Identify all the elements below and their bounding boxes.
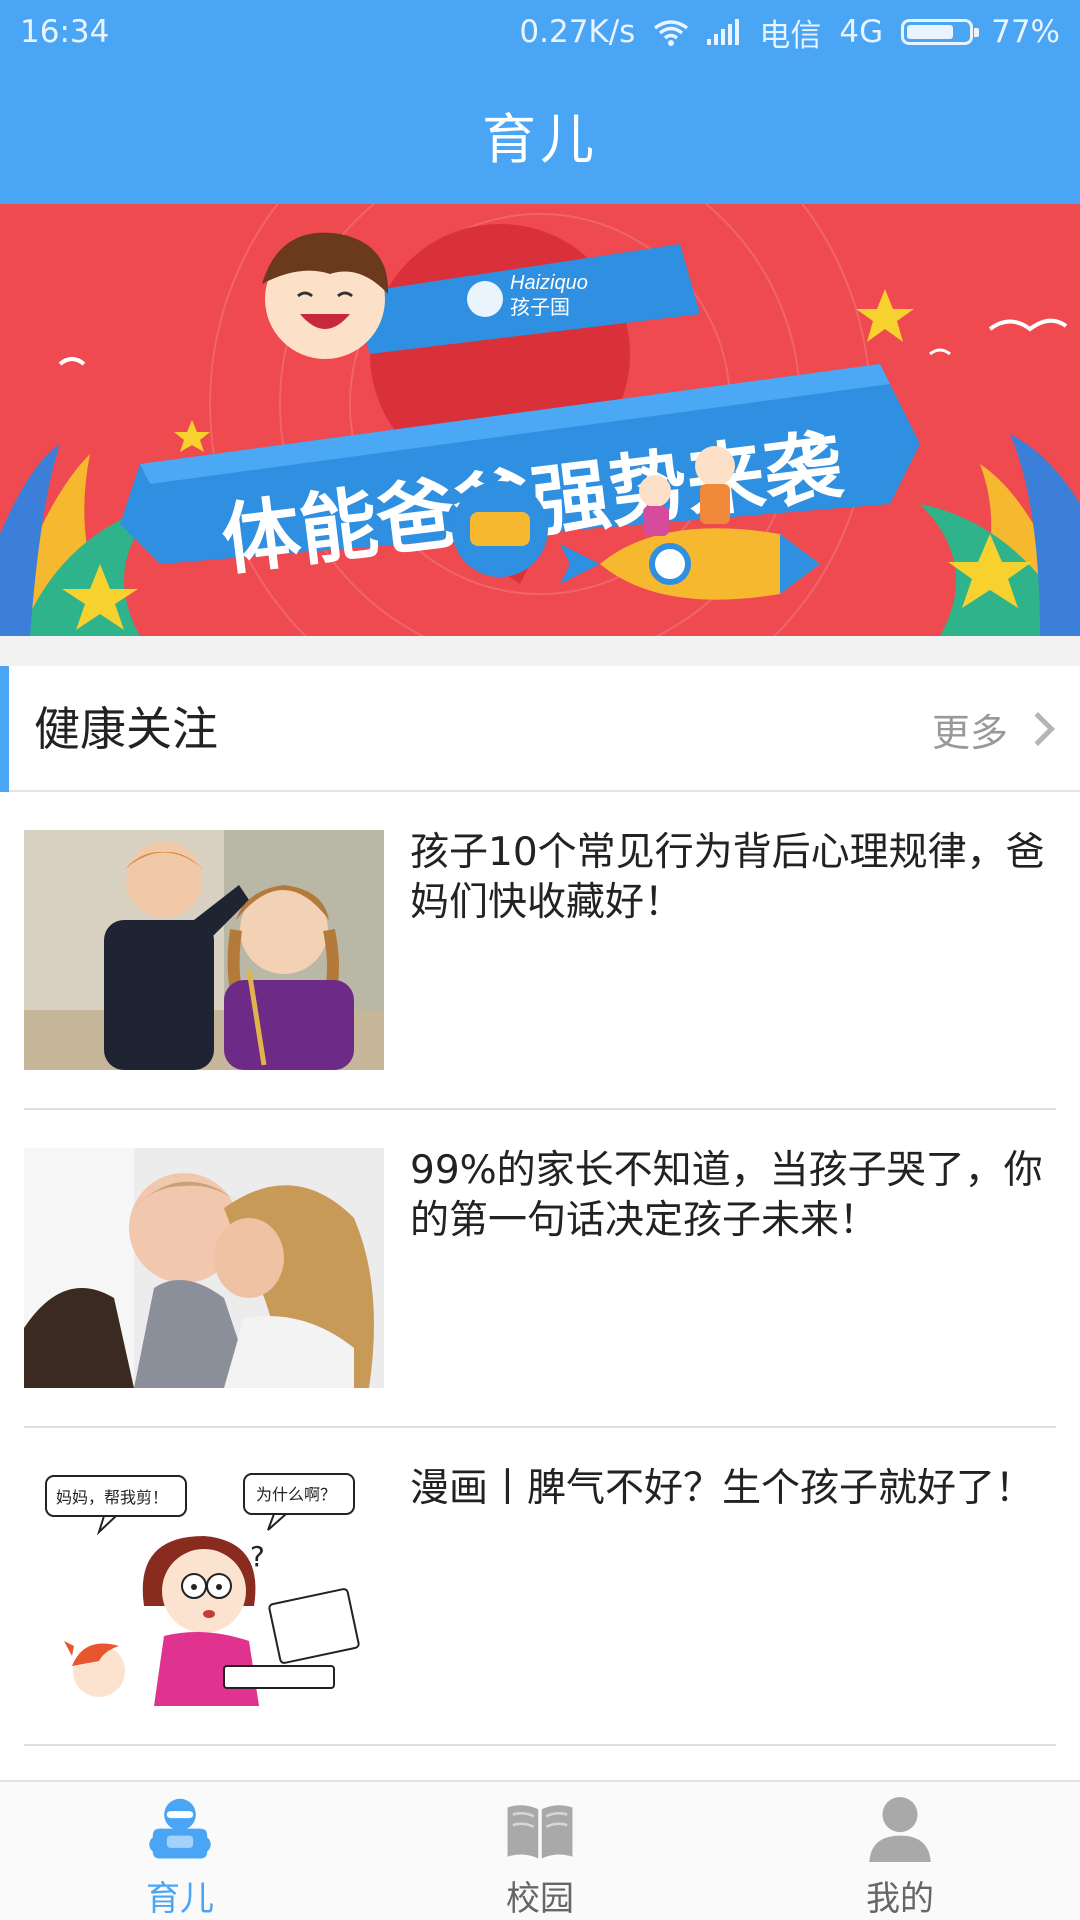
section-title: 健康关注 xyxy=(34,702,218,756)
more-label: 更多 xyxy=(931,710,1008,755)
book-icon xyxy=(507,1805,573,1859)
app-header: 育儿 xyxy=(0,64,1080,204)
status-bar: 16:34 0.27K/s 电信 4G 77% xyxy=(0,0,1080,64)
promo-banner[interactable]: Haiziquo 孩子国 体能爸爸强势来袭 xyxy=(0,204,1080,636)
chevron-right-icon xyxy=(1021,712,1055,746)
nav-tab-campus[interactable]: 校园 xyxy=(360,1782,720,1920)
net-speed: 0.27K/s xyxy=(519,14,636,50)
article-thumbnail: 妈妈，帮我剪！ 为什么啊？ ? xyxy=(24,1466,384,1706)
signal-icon xyxy=(707,19,740,45)
page-title: 育儿 xyxy=(482,107,598,171)
article-item[interactable]: 99%的家长不知道，当孩子哭了，你的第一句话决定孩子未来！ xyxy=(24,1110,1056,1428)
section-header: 健康关注 更多 xyxy=(0,666,1080,792)
banner-brand-en: Haiziquo xyxy=(510,272,588,294)
nav-label: 育儿 xyxy=(146,1879,214,1919)
comic-bubble-text: 为什么啊？ xyxy=(256,1485,336,1504)
comic-bubble-text: 妈妈，帮我剪！ xyxy=(56,1488,168,1507)
battery-percent: 77% xyxy=(991,14,1060,50)
user-icon xyxy=(869,1797,931,1862)
app-screen: 16:34 0.27K/s 电信 4G 77% 育儿 Haiziquo 孩子国 … xyxy=(0,0,1080,1920)
section-divider xyxy=(0,636,1080,666)
wifi-icon xyxy=(654,20,689,46)
section-accent-bar xyxy=(0,666,9,792)
banner-artwork: Haiziquo 孩子国 体能爸爸强势来袭 xyxy=(0,204,1080,636)
nav-tab-me[interactable]: 我的 xyxy=(720,1782,1080,1920)
article-item[interactable]: 妈妈，帮我剪！ 为什么啊？ ? 漫画丨脾气不好？生个孩子就好了！ xyxy=(24,1428,1056,1746)
more-button[interactable]: 更多 xyxy=(931,666,1055,792)
nav-tab-parenting[interactable]: 育儿 xyxy=(0,1782,360,1920)
nav-label: 校园 xyxy=(506,1879,574,1919)
article-item[interactable]: 孩子10个常见行为背后心理规律，爸妈们快收藏好！ xyxy=(24,792,1056,1110)
network-type: 4G xyxy=(839,14,884,50)
bottom-nav: 育儿 校园 我的 xyxy=(0,1780,1080,1920)
status-indicators: 0.27K/s 电信 4G 77% xyxy=(519,10,1060,55)
article-title: 漫画丨脾气不好？生个孩子就好了！ xyxy=(410,1466,1035,1511)
article-title: 孩子10个常见行为背后心理规律，爸妈们快收藏好！ xyxy=(410,830,1045,925)
banner-brand-cn: 孩子国 xyxy=(510,295,570,319)
article-thumbnail xyxy=(24,1148,384,1388)
parenting-icon xyxy=(149,1798,211,1859)
battery-level xyxy=(907,25,954,39)
svg-text:?: ? xyxy=(250,1540,265,1573)
status-time: 16:34 xyxy=(20,14,110,50)
nav-label: 我的 xyxy=(866,1879,934,1919)
article-title: 99%的家长不知道，当孩子哭了，你的第一句话决定孩子未来！ xyxy=(410,1148,1043,1243)
article-thumbnail xyxy=(24,830,384,1070)
carrier-label: 电信 xyxy=(759,17,822,54)
battery-icon xyxy=(901,19,980,45)
